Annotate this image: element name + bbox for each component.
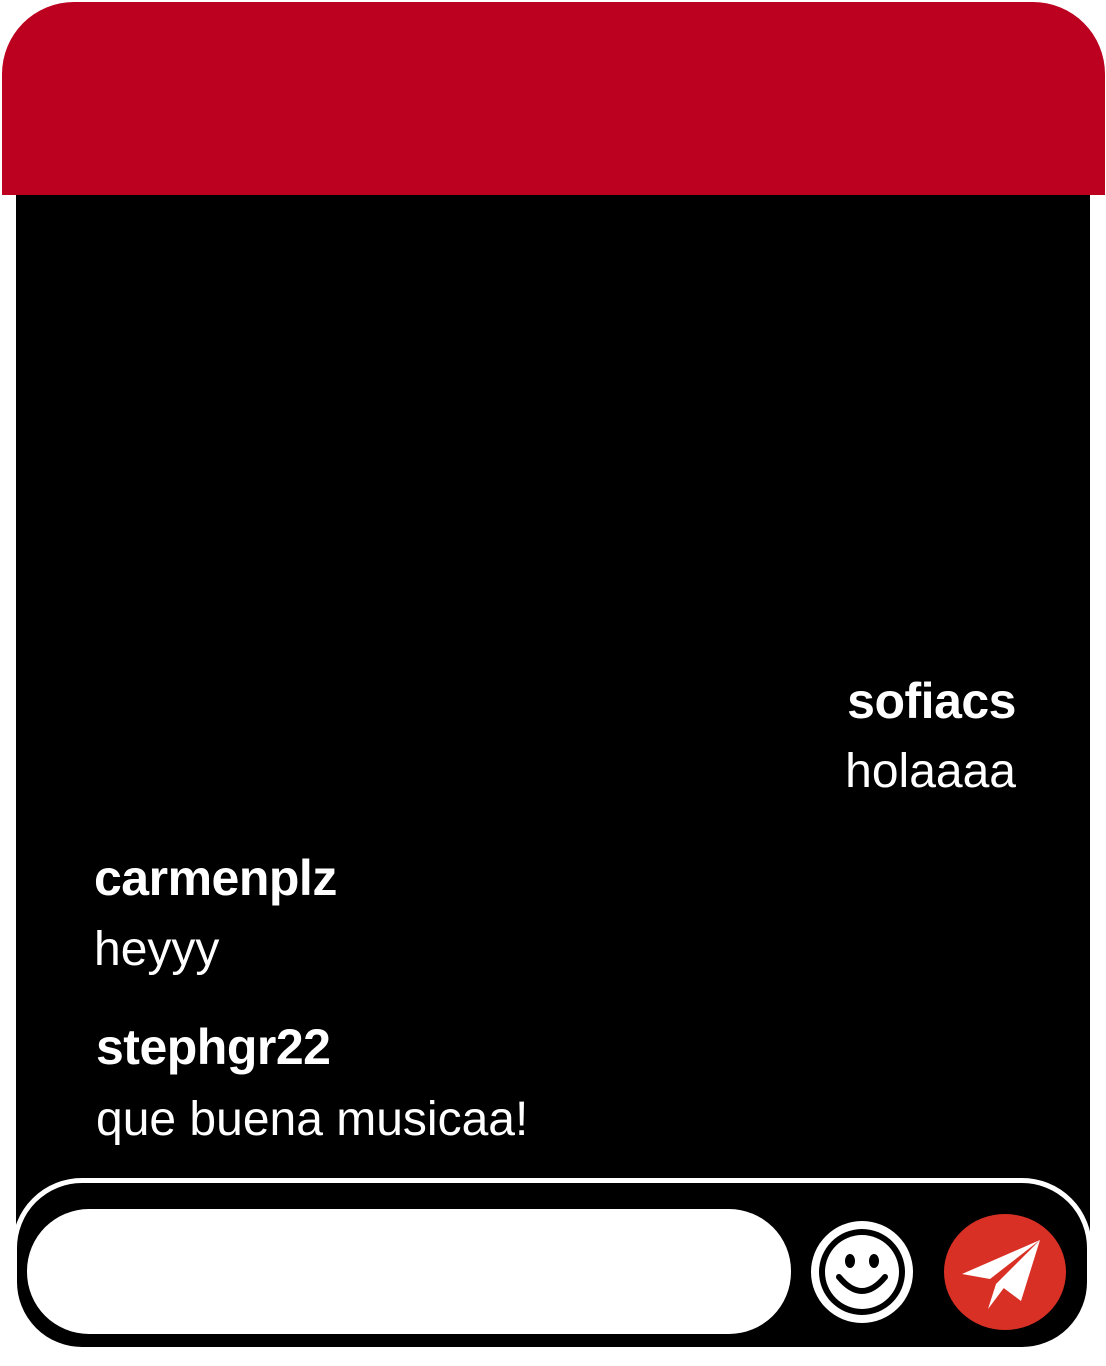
message-username: sofiacs [847,673,1016,729]
message-text: holaaaa [845,745,1016,798]
message-text: que buena musicaa! [96,1093,529,1146]
smiley-face-icon [811,1221,913,1323]
message-text: heyyy [94,923,220,976]
paper-plane-icon [944,1214,1066,1330]
message-username: carmenplz [94,850,337,906]
emoji-button[interactable] [809,1219,915,1325]
send-button[interactable] [943,1213,1067,1331]
message-username: stephgr22 [96,1019,331,1075]
message-input[interactable] [27,1209,791,1334]
header-bar [2,2,1105,195]
